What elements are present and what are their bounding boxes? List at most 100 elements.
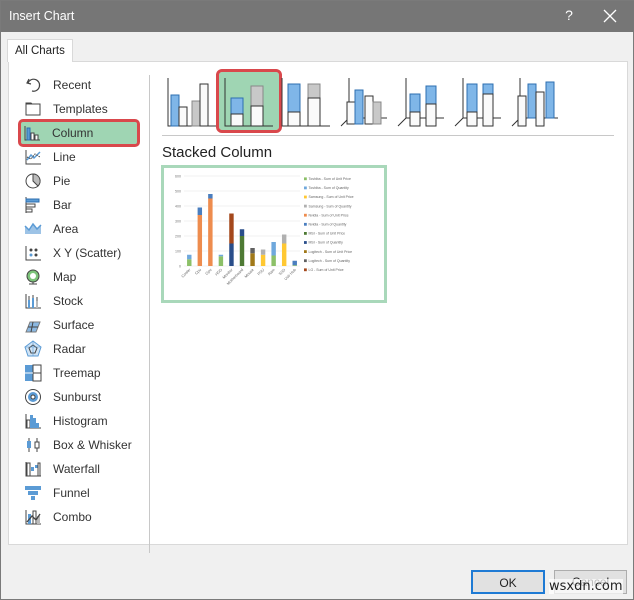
funnel-chart-icon [25,486,41,500]
x-tick-label: Ram [267,268,276,277]
bar-segment [197,215,203,266]
sidebar-item-label: Bar [53,198,72,212]
legend-label: Nvidia - Sum of Quantity [309,223,347,227]
x-tick-label: Cooler [181,267,192,278]
subtype-title: Stacked Column [162,144,273,161]
sidebar-item-waterfall[interactable]: Waterfall [21,457,149,481]
legend-label: Toshiba - Sum of Unit Price [309,177,351,181]
bar-segment [218,256,224,266]
charts-panel: Recent Templates Column Line Pie Bar Area X Y (… [8,61,628,553]
sidebar-item-recent[interactable]: Recent [21,73,149,97]
legend-label: LG - Sum of Unit Price [309,268,344,272]
sidebar-item-label: Column [52,126,94,140]
sidebar-item-bar[interactable]: Bar [21,193,149,217]
sidebar-item-box-whisker[interactable]: Box & Whisker [21,433,149,457]
legend-label: Logitech - Sum of Unit Price [309,250,353,254]
y-tick-label: 100 [175,250,181,254]
close-button[interactable] [599,5,621,27]
subtype-clustered-column[interactable] [162,72,222,130]
3d-column-icon [511,78,558,127]
help-button[interactable]: ? [561,7,577,25]
sidebar-item-surface[interactable]: Surface [21,313,149,337]
subtype-stacked-column[interactable] [216,69,282,133]
bar-segment [292,260,297,266]
x-tick-label: Gpu [205,268,213,276]
clustered-column-icon [167,78,216,127]
sidebar-item-funnel[interactable]: Funnel [21,481,149,505]
sidebar-item-combo[interactable]: Combo [21,505,149,529]
legend-swatch [304,268,307,272]
legend-label: Samsung - Sum of Unit Price [309,195,354,199]
title-bar: Insert Chart ? [1,1,634,32]
legend-swatch [304,232,307,235]
sidebar-item-label: Histogram [53,414,108,428]
sidebar-item-templates[interactable]: Templates [21,97,149,121]
tab-all-charts[interactable]: All Charts [7,39,73,62]
stacked-column-icon [224,78,273,127]
recent-icon [26,78,41,92]
sidebar-item-label: Radar [53,342,86,356]
subtype-100pct-stacked-column[interactable] [276,72,336,130]
sidebar-item-line[interactable]: Line [21,145,149,169]
area-chart-icon [24,222,42,234]
surface-chart-icon [25,321,41,333]
bar-segment [281,234,287,244]
sidebar-item-radar[interactable]: Radar [21,337,149,361]
3d-100-stacked-column-icon [454,78,501,127]
sidebar-item-label: Stock [53,294,84,308]
subtype-3-d-stacked-column[interactable] [390,72,450,130]
bar-segment [281,243,287,266]
legend-swatch [304,259,307,263]
bar-segment [239,236,245,266]
legend-swatch [304,241,307,244]
waterfall-chart-icon [25,462,41,477]
bar-segment [197,207,203,215]
legend-label: Nvidia - Sum of Unit Price [309,213,349,217]
bar-segment [271,255,276,266]
x-tick-label: HDD [214,268,223,277]
preview-chart: 0100200300400500600Cooler Cpu Gpu HDDMonito… [175,175,354,286]
sidebar-item-sunburst[interactable]: Sunburst [21,385,149,409]
x-tick-label: Cpu [194,268,202,276]
watermark: wsxdn.com [549,579,623,594]
bar-segment [250,253,255,266]
bar-segment [271,242,276,256]
subtype-3-d-column[interactable] [504,72,564,130]
sidebar-item-map[interactable]: Map [21,265,149,289]
column-chart-icon [24,126,40,141]
sidebar-item-treemap[interactable]: Treemap [21,361,149,385]
legend-swatch [304,195,307,199]
subtype-3-d-100pct-stacked-column[interactable] [447,72,507,130]
treemap-chart-icon [25,364,42,382]
sidebar-item-stock[interactable]: Stock [21,289,149,313]
legend-swatch [304,222,307,226]
chart-preview[interactable]: 0 100 200 300 400 500 600 Cooler Cpu Gpu HDD Monito… [161,165,387,303]
sidebar-item-histogram[interactable]: Histogram [21,409,149,433]
y-tick-label: 500 [175,190,181,194]
subtype-3-d-clustered-column[interactable] [333,72,393,130]
sidebar-item-pie[interactable]: Pie [21,169,149,193]
sidebar-item-x-y-scatter[interactable]: X Y (Scatter) [21,241,149,265]
dialog-title: Insert Chart [9,9,75,23]
x-tick-label: PSU [257,268,266,277]
gallery-divider [162,135,614,136]
sidebar-item-column[interactable]: Column [18,119,140,147]
y-tick-label: 200 [175,235,181,239]
sidebar-item-label: Templates [53,102,108,116]
ok-button[interactable]: OK [471,570,545,594]
sidebar-item-area[interactable]: Area [21,217,149,241]
line-chart-icon [25,150,41,165]
bar-chart-icon [25,197,40,213]
box-whisker-chart-icon [27,438,40,452]
stock-chart-icon [25,294,41,309]
radar-chart-icon [24,340,42,357]
bar-segment [260,254,266,266]
bar-segment [229,213,234,244]
bar-segment [218,254,224,257]
bar-segment [229,243,234,266]
legend-swatch [304,177,307,181]
templates-icon [25,102,41,116]
sidebar-item-label: Box & Whisker [53,438,132,452]
x-tick-label: SSD [278,268,287,277]
3d-stacked-column-icon [397,78,444,127]
